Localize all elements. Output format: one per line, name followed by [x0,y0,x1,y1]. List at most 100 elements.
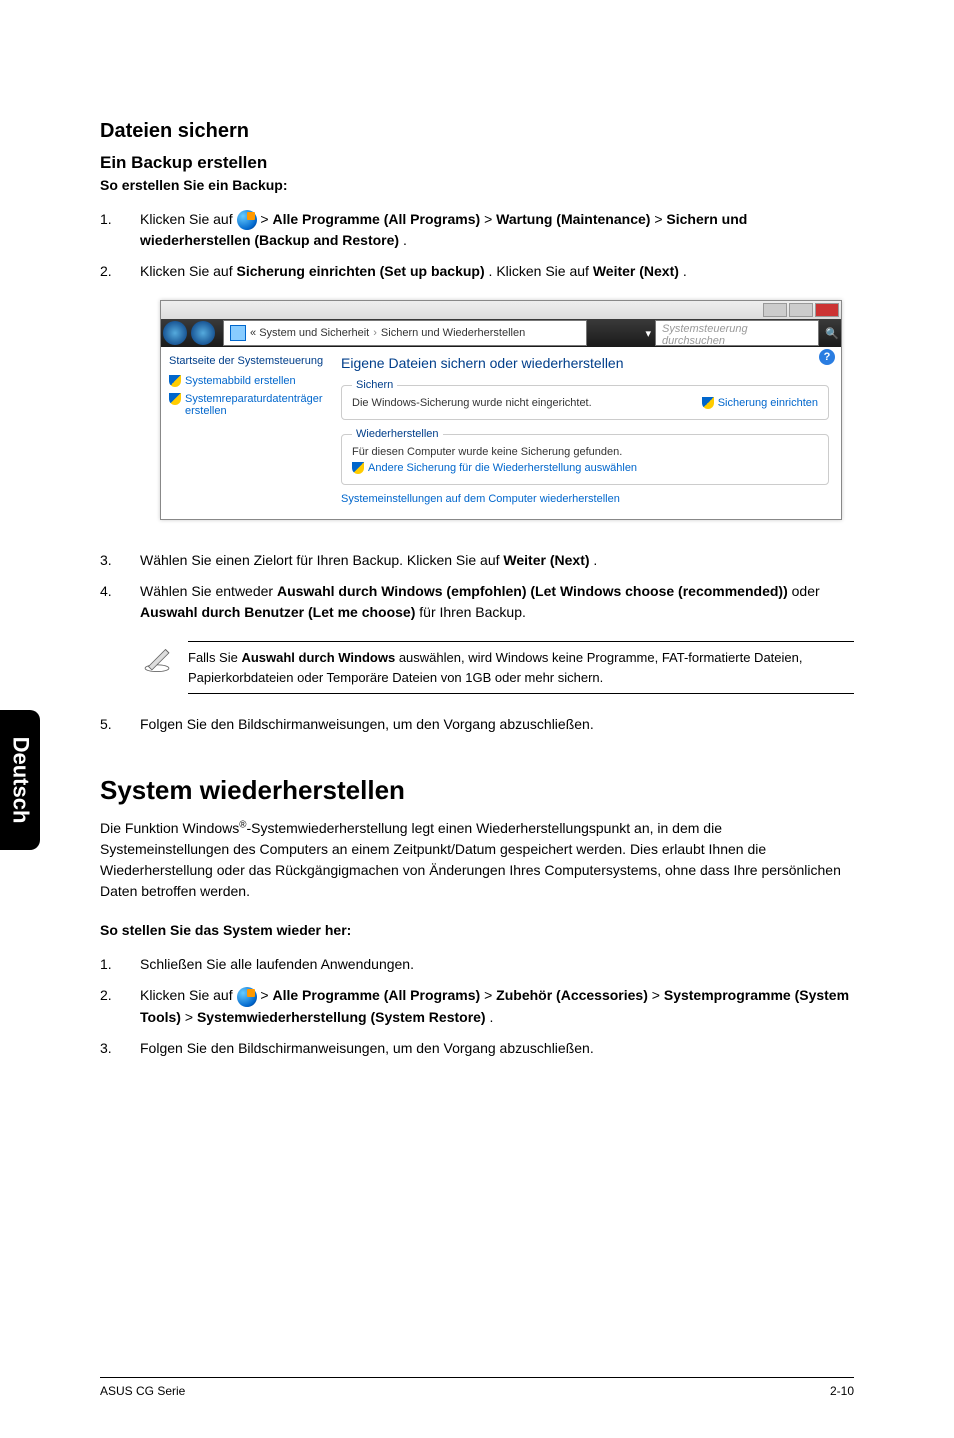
shield-icon [702,397,714,409]
ui-label: Weiter (Next) [503,552,589,568]
text: . [489,1009,493,1025]
text: Klicken Sie auf [140,987,237,1003]
group-legend: Sichern [352,379,397,391]
text: > [185,1009,197,1025]
steps-backup-3: 5. Folgen Sie den Bildschirmanweisungen,… [100,714,854,735]
menu-path: Wartung (Maintenance) [496,211,650,227]
setup-backup-link: Sicherung einrichten [702,397,818,409]
steps-system-restore: 1. Schließen Sie alle laufenden Anwendun… [100,954,854,1058]
shield-icon [169,375,181,387]
maximize-icon [789,303,813,317]
group-wiederherstellen: Wiederherstellen Für diesen Computer wur… [341,428,829,485]
panel-title: Eigene Dateien sichern oder wiederherste… [341,355,829,371]
text: Klicken Sie auf [140,263,237,279]
text: > [652,987,664,1003]
link-label: Andere Sicherung für die Wiederherstellu… [368,462,637,474]
text: Klicken Sie auf [140,211,237,227]
breadcrumb-segment: Sichern und Wiederherstellen [381,327,525,339]
ui-label: Auswahl durch Benutzer (Let me choose) [140,604,415,620]
text: Wählen Sie einen Zielort für Ihren Backu… [140,552,503,568]
step-body: Klicken Sie auf Sicherung einrichten (Se… [140,261,854,282]
step-body: Folgen Sie den Bildschirmanweisungen, um… [140,714,854,735]
shield-icon [352,462,364,474]
step-number: 3. [100,1038,140,1059]
sidebar-link: Systemabbild erstellen [169,375,329,387]
heading-system-wiederherstellen: System wiederherstellen [100,775,854,806]
registered-mark: ® [239,820,246,831]
language-tab: Deutsch [0,710,40,850]
link-label: Systemabbild erstellen [185,375,296,387]
text: > [484,987,496,1003]
status-text: Für diesen Computer wurde keine Sicherun… [352,446,818,458]
window-titlebar [161,301,841,319]
explorer-navbar: « System und Sicherheit › Sichern und Wi… [161,319,841,347]
link-label: Systemreparaturdatenträger erstellen [185,393,329,417]
footer-page-number: 2-10 [830,1384,854,1398]
text: oder [792,583,820,599]
step-body: Schließen Sie alle laufenden Anwendungen… [140,954,854,975]
menu-path: Alle Programme (All Programs) [272,987,480,1003]
windows-start-icon [237,210,257,230]
menu-path: Alle Programme (All Programs) [272,211,480,227]
step-body: Wählen Sie entweder Auswahl durch Window… [140,581,854,623]
steps-backup-1: 1. Klicken Sie auf > Alle Programme (All… [100,209,854,282]
step-body: Wählen Sie einen Zielort für Ihren Backu… [140,550,854,571]
group-sichern: Sichern Die Windows-Sicherung wurde nich… [341,379,829,420]
note-text: Falls Sie Auswahl durch Windows auswähle… [188,641,854,694]
instruction-backup: So erstellen Sie ein Backup: [100,177,854,193]
text: Die Funktion Windows [100,820,239,836]
heading-dateien-sichern: Dateien sichern [100,120,854,143]
text: > [654,211,666,227]
instruction-system-restore: So stellen Sie das System wieder her: [100,922,854,938]
note-block: Falls Sie Auswahl durch Windows auswähle… [140,641,854,694]
step-number: 2. [100,261,140,282]
step-number: 4. [100,581,140,623]
main-panel: ? Eigene Dateien sichern oder wiederhers… [337,347,841,519]
ui-label: Auswahl durch Windows [241,650,395,665]
link-label: Sicherung einrichten [718,397,818,409]
text: Falls Sie [188,650,241,665]
choose-other-backup-link: Andere Sicherung für die Wiederherstellu… [352,462,818,474]
control-panel-icon [230,325,246,341]
ui-label: Weiter (Next) [593,263,679,279]
step-number: 3. [100,550,140,571]
menu-path: Systemwiederherstellung (System Restore) [197,1009,486,1025]
back-icon [163,321,187,345]
text: . [403,232,407,248]
step-body: Klicken Sie auf > Alle Programme (All Pr… [140,985,854,1027]
text: . [593,552,597,568]
text: > [260,987,272,1003]
step-body: Klicken Sie auf > Alle Programme (All Pr… [140,209,854,251]
sidebar-heading: Startseite der Systemsteuerung [169,355,329,367]
text: Wählen Sie entweder [140,583,277,599]
close-icon [815,303,839,317]
minimize-icon [763,303,787,317]
search-icon: 🔍 [823,324,841,342]
ui-label: Sicherung einrichten (Set up backup) [237,263,485,279]
footer-left: ASUS CG Serie [100,1384,185,1398]
status-text: Die Windows-Sicherung wurde nicht einger… [352,397,592,409]
steps-backup-2: 3. Wählen Sie einen Zielort für Ihren Ba… [100,550,854,623]
step-body: Folgen Sie den Bildschirmanweisungen, um… [140,1038,854,1059]
group-legend: Wiederherstellen [352,428,443,440]
step-number: 5. [100,714,140,735]
link-label: Systemeinstellungen auf dem Computer wie… [341,493,620,505]
breadcrumb: « System und Sicherheit › Sichern und Wi… [223,320,587,346]
page-footer: ASUS CG Serie 2-10 [100,1377,854,1398]
sidebar: Startseite der Systemsteuerung Systemabb… [161,347,337,519]
text: für Ihren Backup. [419,604,526,620]
paragraph-system-restore: Die Funktion Windows®-Systemwiederherste… [100,818,854,902]
step-number: 2. [100,985,140,1027]
step-number: 1. [100,954,140,975]
menu-path: Zubehör (Accessories) [496,987,648,1003]
restore-system-link: Systemeinstellungen auf dem Computer wie… [341,493,829,505]
pencil-note-icon [140,641,174,680]
shield-icon [169,393,181,405]
forward-icon [191,321,215,345]
breadcrumb-segment: System und Sicherheit [259,327,369,339]
step-number: 1. [100,209,140,251]
text: . [683,263,687,279]
windows-start-icon [237,987,257,1007]
heading-backup-erstellen: Ein Backup erstellen [100,153,854,173]
search-input: Systemsteuerung durchsuchen [655,320,819,346]
